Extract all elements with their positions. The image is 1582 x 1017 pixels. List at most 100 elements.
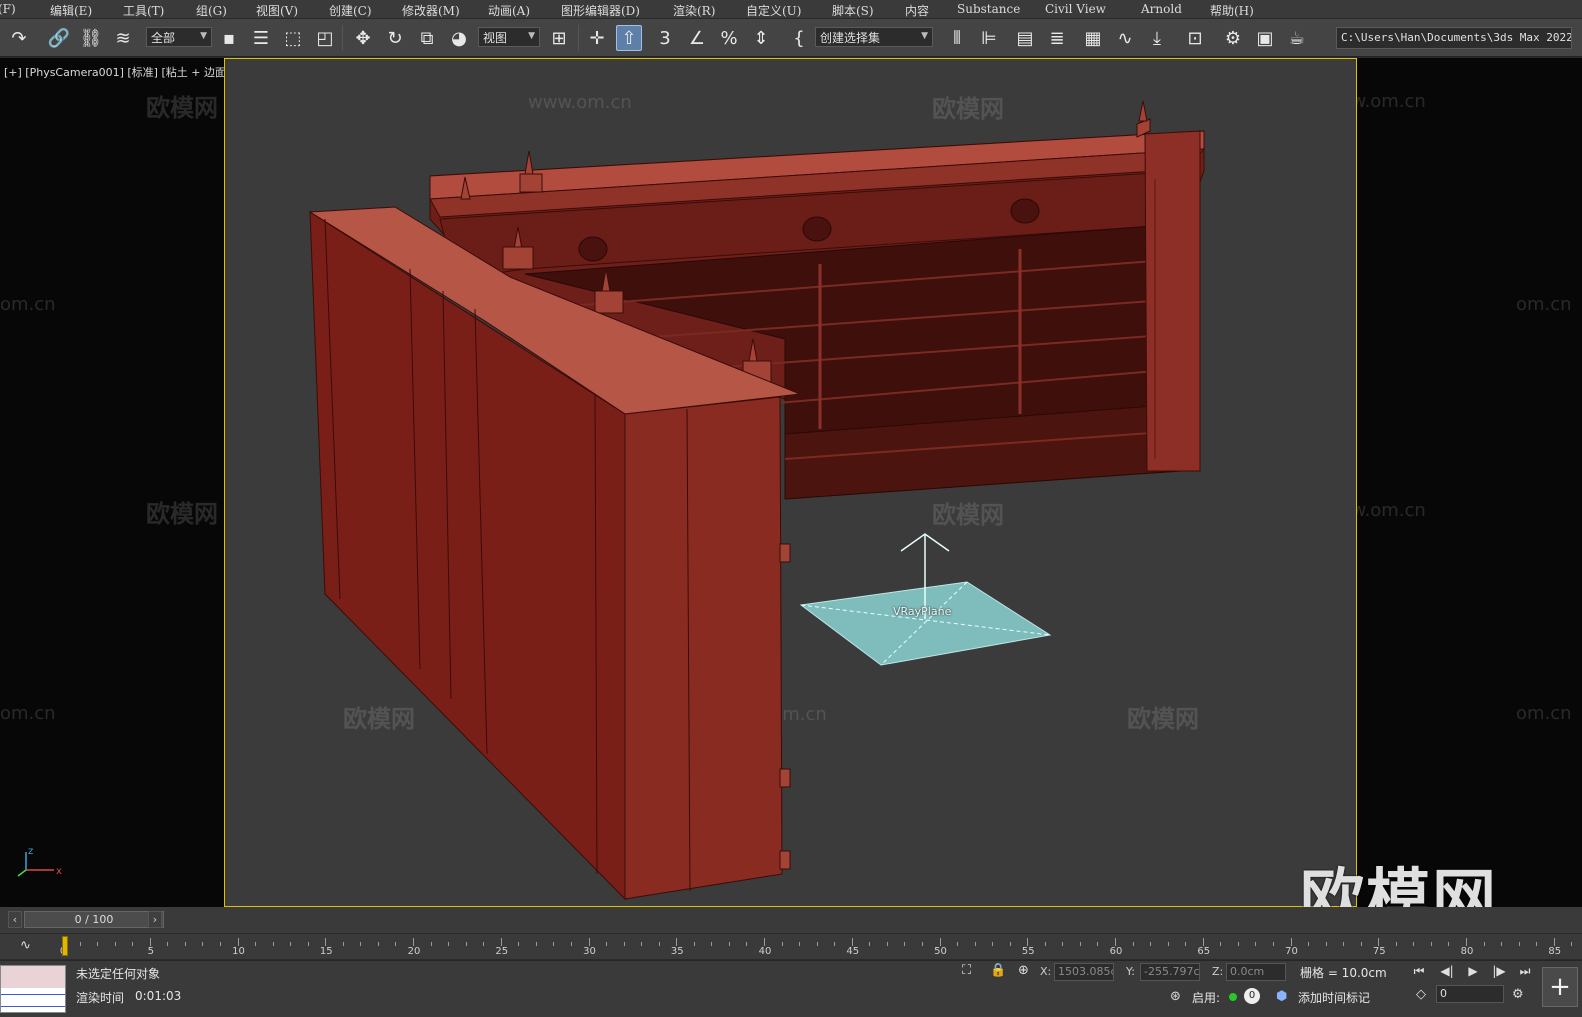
menu-animation[interactable]: 动画(A) xyxy=(488,2,530,19)
scene-explorer-icon[interactable]: ▤ xyxy=(1012,25,1038,51)
viewport-label[interactable]: [+] [PhysCamera001] [标准] [粘土 + 边面] xyxy=(4,64,230,80)
ruler-tick xyxy=(535,942,537,946)
menu-substance[interactable]: Substance xyxy=(957,2,1020,16)
select-by-name-icon[interactable]: ☰ xyxy=(248,25,274,51)
rectangular-selection-icon[interactable]: ⬚ xyxy=(280,25,306,51)
place-icon[interactable]: ◕ xyxy=(446,25,472,51)
ruler-tick xyxy=(1466,938,1467,946)
ruler-tick xyxy=(1115,938,1116,946)
go-to-end-icon[interactable]: ⏭ xyxy=(1514,961,1536,981)
curve-editor-icon[interactable]: ∿ xyxy=(1112,25,1138,51)
add-viewport-icon[interactable]: + xyxy=(1542,967,1578,1007)
named-selection-dropdown[interactable]: 创建选择集 ▼ xyxy=(815,27,933,47)
menu-customize[interactable]: 自定义(U) xyxy=(746,2,801,19)
edit-named-selection-icon[interactable]: { xyxy=(786,25,812,51)
reference-coordinate-dropdown[interactable]: 视图 ▼ xyxy=(478,27,540,47)
perspective-viewport[interactable]: www.om.cn 欧模网 欧模网 www.om.cn 欧模网 www.om.c… xyxy=(224,58,1357,907)
align-icon[interactable]: ⊫ xyxy=(976,25,1002,51)
time-configuration-icon[interactable]: ⚙ xyxy=(1512,987,1524,1002)
ruler-tick-label: 40 xyxy=(758,946,772,957)
key-mode-icon[interactable]: ◇ xyxy=(1416,987,1426,1002)
project-path-field[interactable]: C:\Users\Han\Documents\3ds Max 2022 xyxy=(1336,27,1572,49)
lock-selection-icon[interactable]: 🔒 xyxy=(990,963,1006,978)
select-object-icon[interactable]: ▪ xyxy=(216,25,242,51)
scale-icon[interactable]: ⧉ xyxy=(414,25,440,51)
menu-group[interactable]: 组(G) xyxy=(196,2,227,19)
slider-next-icon[interactable]: › xyxy=(148,911,162,928)
render-time-value: 0:01:03 xyxy=(135,989,182,1003)
toggle-ribbon-icon[interactable]: ▦ xyxy=(1080,25,1106,51)
angle-snap-icon[interactable]: ∠ xyxy=(684,25,710,51)
ruler-tick xyxy=(1413,942,1415,946)
menu-help[interactable]: 帮助(H) xyxy=(1210,2,1254,19)
material-editor-icon[interactable]: ⊡ xyxy=(1182,25,1208,51)
adaptive-degradation-icon[interactable]: ⊛ xyxy=(1170,989,1181,1004)
menu-views[interactable]: 视图(V) xyxy=(256,2,298,19)
menu-arnold[interactable]: Arnold xyxy=(1141,2,1182,16)
play-icon[interactable]: ▶ xyxy=(1462,961,1484,981)
move-icon[interactable]: ✥ xyxy=(350,25,376,51)
menu-file[interactable]: (F) xyxy=(0,2,16,16)
mirror-icon[interactable]: ⫴ xyxy=(944,25,970,51)
ruler-tick xyxy=(1150,942,1152,946)
menu-modifiers[interactable]: 修改器(M) xyxy=(402,2,460,19)
menu-content[interactable]: 内容 xyxy=(905,2,929,19)
ruler-tick xyxy=(623,942,625,946)
time-slider[interactable]: ‹ 0 / 100 › xyxy=(0,907,1582,933)
time-tag-icon[interactable]: ⬢ xyxy=(1276,989,1287,1004)
absolute-mode-icon[interactable]: ⊕ xyxy=(1018,963,1029,978)
menu-graph-editors[interactable]: 图形编辑器(D) xyxy=(561,2,640,19)
ruler-tick xyxy=(255,942,257,946)
ruler-tick xyxy=(413,938,414,946)
maxscript-mini-listener[interactable] xyxy=(0,965,66,1013)
ruler-tick-label: 70 xyxy=(1285,946,1298,957)
bind-space-warp-icon[interactable]: ≋ xyxy=(110,25,136,51)
timeline-ruler[interactable]: 0510152025303540455055606570758085 xyxy=(60,934,1576,960)
ruler-tick-label: 75 xyxy=(1372,946,1386,957)
ruler-tick xyxy=(202,942,204,946)
window-crossing-icon[interactable]: ◰ xyxy=(312,25,338,51)
rendered-frame-window-icon[interactable]: ▣ xyxy=(1252,25,1278,51)
ruler-tick xyxy=(1430,942,1432,946)
bookcase-model[interactable] xyxy=(225,59,1356,906)
ruler-tick xyxy=(1308,942,1310,946)
render-setup-icon[interactable]: ⚙ xyxy=(1220,25,1246,51)
schematic-view-icon[interactable]: ⤓ xyxy=(1144,25,1170,51)
previous-frame-icon[interactable]: ◀| xyxy=(1436,961,1458,981)
menu-civil-view[interactable]: Civil View xyxy=(1045,2,1106,16)
current-frame-field[interactable]: 0 xyxy=(1436,985,1504,1003)
watermark-url: om.cn xyxy=(0,294,56,315)
keyboard-shortcut-override-icon[interactable]: ⇧ xyxy=(616,25,642,51)
isolate-selection-icon[interactable]: ⛶ xyxy=(962,963,971,978)
menu-edit[interactable]: 编辑(E) xyxy=(50,2,92,19)
menu-create[interactable]: 创建(C) xyxy=(329,2,372,19)
slider-prev-icon[interactable]: ‹ xyxy=(8,911,22,928)
z-coordinate-field[interactable]: 0.0cm xyxy=(1226,963,1286,981)
percent-snap-icon[interactable]: % xyxy=(716,25,742,51)
layer-explorer-icon[interactable]: ≣ xyxy=(1044,25,1070,51)
x-coordinate-field[interactable]: 1503.085c xyxy=(1054,963,1114,981)
curve-editor-toggle-icon[interactable]: ∿ xyxy=(20,938,31,953)
selection-filter-dropdown[interactable]: 全部 ▼ xyxy=(146,27,212,47)
select-manipulate-icon[interactable]: ✛ xyxy=(584,25,610,51)
enable-label: 启用: xyxy=(1192,991,1221,1005)
add-time-tag-button[interactable]: 添加时间标记 xyxy=(1298,989,1370,1006)
next-frame-icon[interactable]: |▶ xyxy=(1488,961,1510,981)
status-green-dot-icon xyxy=(1229,993,1237,1001)
unlink-icon[interactable]: ⛓ xyxy=(78,25,104,51)
render-production-icon[interactable]: ☕ xyxy=(1284,25,1310,51)
menu-scripting[interactable]: 脚本(S) xyxy=(832,2,874,19)
snaps-toggle-icon[interactable]: 3 xyxy=(652,25,678,51)
time-slider-thumb[interactable]: 0 / 100 xyxy=(24,911,164,928)
y-coordinate-field[interactable]: -255.797c xyxy=(1140,963,1200,981)
go-to-start-icon[interactable]: ⏮ xyxy=(1408,961,1430,981)
redo-icon[interactable]: ↷ xyxy=(6,25,32,51)
menu-tools[interactable]: 工具(T) xyxy=(123,2,164,19)
track-bar[interactable]: ∿ 0510152025303540455055606570758085 xyxy=(0,933,1582,959)
menu-rendering[interactable]: 渲染(R) xyxy=(673,2,715,19)
spinner-snap-icon[interactable]: ⇕ xyxy=(748,25,774,51)
pivot-center-icon[interactable]: ⊞ xyxy=(546,25,572,51)
current-frame-marker[interactable] xyxy=(62,936,68,956)
link-icon[interactable]: 🔗 xyxy=(46,25,72,51)
rotate-icon[interactable]: ↻ xyxy=(382,25,408,51)
